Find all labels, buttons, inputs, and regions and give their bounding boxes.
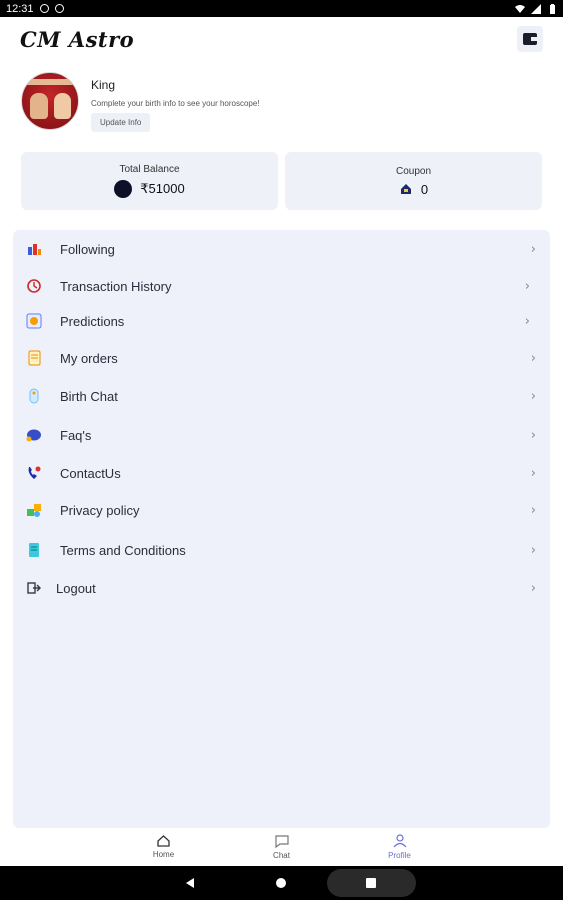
profile-name: King xyxy=(91,78,116,92)
menu-item-transaction-history[interactable]: Transaction History › xyxy=(13,270,550,302)
coin-icon xyxy=(114,180,133,198)
app-bar: CM Astro xyxy=(0,17,563,61)
menu-item-predictions[interactable]: Predictions › xyxy=(13,305,550,337)
chevron-right-icon: › xyxy=(530,542,536,558)
coupon-icon xyxy=(400,184,411,194)
chevron-right-icon: › xyxy=(524,278,530,294)
home-circle-icon[interactable] xyxy=(276,878,286,888)
privacy-icon xyxy=(25,501,43,519)
menu-item-logout[interactable]: Logout › xyxy=(13,572,550,604)
menu-item-label: Birth Chat xyxy=(60,388,118,404)
orders-icon xyxy=(25,349,43,367)
balance-value: ₹51000 xyxy=(140,181,185,196)
menu-item-birth-chat[interactable]: Birth Chat › xyxy=(13,380,550,412)
following-icon xyxy=(25,240,43,258)
menu-item-privacy-policy[interactable]: Privacy policy › xyxy=(13,494,550,526)
menu-item-following[interactable]: Following › xyxy=(13,233,550,265)
menu-panel: Following › Transaction History › Predic… xyxy=(13,230,550,828)
profile-icon xyxy=(393,834,406,848)
tab-profile[interactable]: Profile xyxy=(341,828,459,866)
menu-item-label: My orders xyxy=(60,350,118,366)
recents-icon[interactable] xyxy=(366,878,376,888)
status-time: 12:31 xyxy=(6,2,34,15)
app-title: CM Astro xyxy=(20,26,135,52)
chevron-right-icon: › xyxy=(530,580,536,596)
logout-icon xyxy=(25,579,43,597)
birth-chat-icon xyxy=(25,387,43,405)
balance-label: Total Balance xyxy=(119,164,180,175)
tab-chat[interactable]: Chat xyxy=(223,828,341,866)
wallet-button[interactable] xyxy=(517,26,543,52)
tab-home-label: Home xyxy=(152,850,175,859)
wifi-icon xyxy=(515,4,525,13)
sync-icon xyxy=(54,4,64,13)
chat-icon xyxy=(274,835,289,848)
wallet-icon xyxy=(523,33,537,45)
profile-section: King Complete your birth info to see you… xyxy=(21,72,260,132)
profile-hint: Complete your birth info to see your hor… xyxy=(91,99,260,108)
home-icon xyxy=(157,835,170,847)
tab-profile-label: Profile xyxy=(388,851,411,860)
chevron-right-icon: › xyxy=(524,313,530,329)
chevron-right-icon: › xyxy=(530,388,536,404)
menu-item-label: Faq's xyxy=(60,427,92,443)
menu-item-faqs[interactable]: Faq's › xyxy=(13,419,550,451)
predictions-icon xyxy=(25,312,43,330)
menu-item-my-orders[interactable]: My orders › xyxy=(13,342,550,374)
balance-card[interactable]: Total Balance ₹51000 xyxy=(21,152,278,210)
chevron-right-icon: › xyxy=(530,427,536,443)
contact-icon xyxy=(25,464,43,482)
menu-item-terms-and-conditions[interactable]: Terms and Conditions › xyxy=(13,534,550,566)
coupon-label: Coupon xyxy=(395,165,432,177)
menu-item-label: Predictions xyxy=(60,313,125,329)
tab-chat-label: Chat xyxy=(273,851,290,860)
faq-icon xyxy=(25,426,43,444)
menu-item-contactus[interactable]: ContactUs › xyxy=(13,457,550,489)
menu-item-label: ContactUs xyxy=(60,465,121,481)
system-nav-bar xyxy=(0,866,563,900)
battery-icon xyxy=(550,3,555,14)
coupon-card[interactable]: Coupon 0 xyxy=(285,152,542,210)
terms-icon xyxy=(25,541,43,559)
update-info-button[interactable]: Update Info xyxy=(91,113,151,132)
chevron-right-icon: › xyxy=(530,465,536,481)
chevron-right-icon: › xyxy=(530,350,536,366)
chevron-right-icon: › xyxy=(530,241,536,257)
notification-icon xyxy=(39,4,49,13)
menu-item-label: Terms and Conditions xyxy=(60,542,186,558)
menu-item-label: Following xyxy=(60,241,115,257)
menu-item-label: Logout xyxy=(56,580,96,596)
tab-home[interactable]: Home xyxy=(105,828,223,866)
status-bar: 12:31 xyxy=(0,0,563,17)
chevron-right-icon: › xyxy=(530,502,536,518)
menu-item-label: Transaction History xyxy=(60,278,172,294)
bottom-nav: Home Chat Profile xyxy=(0,828,563,866)
transaction-history-icon xyxy=(25,277,43,295)
menu-item-label: Privacy policy xyxy=(60,502,140,518)
summary-cards: Total Balance ₹51000 Coupon 0 xyxy=(21,152,542,210)
signal-icon xyxy=(531,3,541,14)
back-icon[interactable] xyxy=(186,878,194,888)
coupon-value: 0 xyxy=(420,181,429,197)
avatar[interactable] xyxy=(21,72,79,130)
